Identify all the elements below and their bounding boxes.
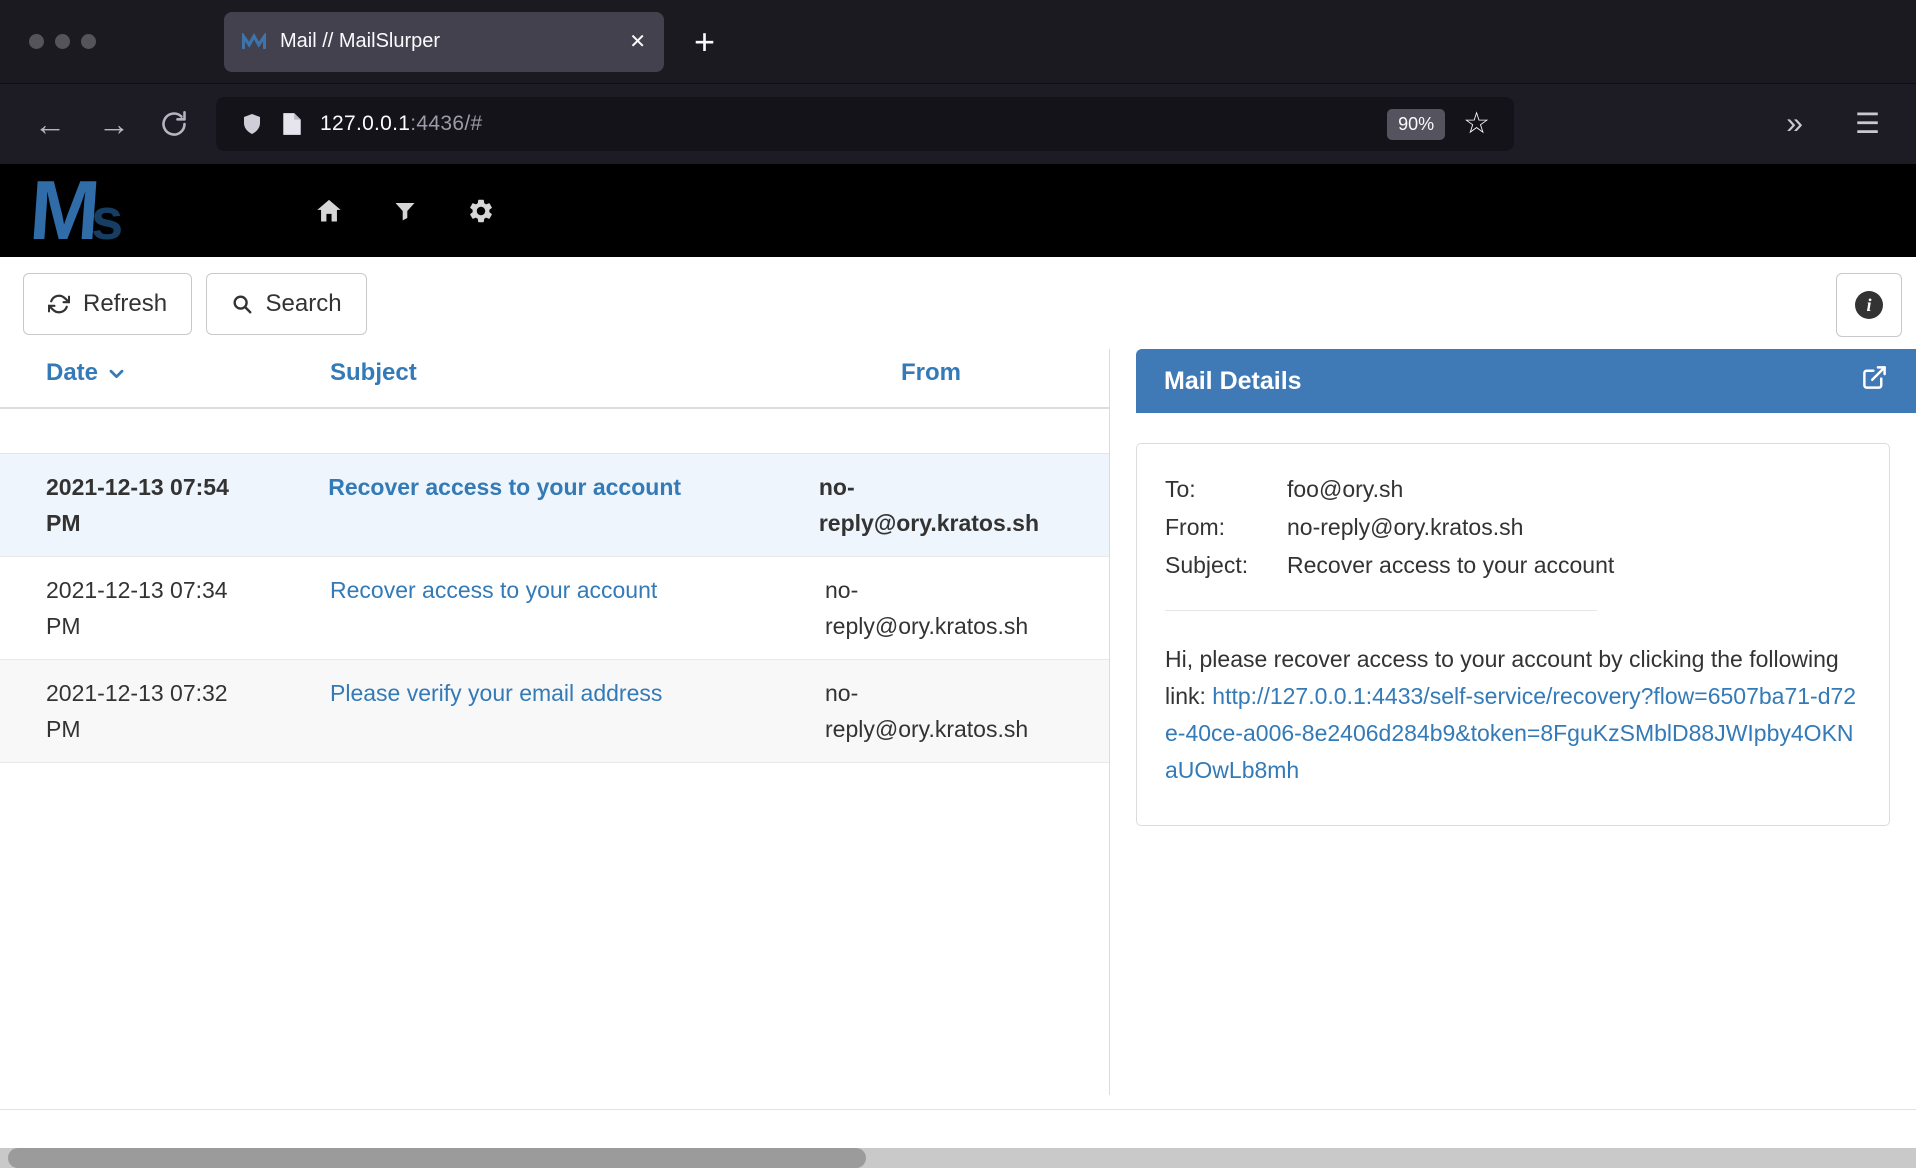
horizontal-scrollbar-thumb[interactable] bbox=[8, 1148, 866, 1168]
mail-details-title: Mail Details bbox=[1164, 367, 1302, 396]
info-icon: i bbox=[1855, 291, 1883, 319]
toolbar-overflow-icon[interactable]: » bbox=[1786, 109, 1803, 139]
date-header-label: Date bbox=[46, 359, 98, 387]
search-icon bbox=[231, 293, 253, 315]
mail-from: no-reply@ory.kratos.sh bbox=[815, 675, 1109, 747]
refresh-icon bbox=[48, 293, 70, 315]
browser-tab[interactable]: Mail // MailSlurper ✕ bbox=[224, 12, 664, 72]
to-value: foo@ory.sh bbox=[1287, 470, 1403, 508]
mail-date: 2021-12-13 07:32 PM bbox=[0, 675, 315, 747]
mail-body: Hi, please recover access to your accoun… bbox=[1165, 641, 1861, 789]
mail-date: 2021-12-13 07:54 PM bbox=[0, 469, 313, 541]
column-header-date[interactable]: Date bbox=[0, 359, 315, 387]
main-area: Date Subject From 2021-12-13 07:54 PM R bbox=[0, 349, 1916, 1095]
url-path: :4436/# bbox=[410, 112, 482, 135]
mail-details-panel: Mail Details To: foo@ory.sh From: no-re bbox=[1136, 349, 1916, 1095]
mail-subject-link[interactable]: Recover access to your account bbox=[328, 474, 681, 500]
filter-icon[interactable] bbox=[393, 198, 417, 224]
window-control-dot[interactable] bbox=[55, 34, 70, 49]
action-toolbar: Refresh Search i bbox=[0, 273, 1916, 337]
table-row[interactable]: 2021-12-13 07:34 PM Recover access to yo… bbox=[0, 557, 1109, 660]
horizontal-scrollbar[interactable] bbox=[0, 1148, 1916, 1168]
column-header-subject[interactable]: Subject bbox=[315, 359, 815, 387]
url-host: 127.0.0.1 bbox=[320, 112, 410, 135]
hamburger-menu-icon[interactable]: ☰ bbox=[1855, 110, 1880, 138]
subject-label: Subject: bbox=[1165, 546, 1287, 584]
mail-rows: 2021-12-13 07:54 PM Recover access to yo… bbox=[0, 453, 1109, 763]
subject-value: Recover access to your account bbox=[1287, 546, 1614, 584]
table-row[interactable]: 2021-12-13 07:54 PM Recover access to yo… bbox=[0, 453, 1109, 557]
from-value: no-reply@ory.kratos.sh bbox=[1287, 508, 1523, 546]
page-info-icon[interactable] bbox=[282, 112, 302, 136]
subject-header-label: Subject bbox=[330, 359, 417, 386]
forward-icon[interactable]: → bbox=[98, 108, 130, 140]
detail-subject-line: Subject: Recover access to your account bbox=[1165, 546, 1861, 584]
mail-details-header: Mail Details bbox=[1136, 349, 1916, 413]
card-divider bbox=[1165, 610, 1597, 611]
recovery-link[interactable]: http://127.0.0.1:4433/self-service/recov… bbox=[1165, 683, 1856, 783]
gear-icon[interactable] bbox=[467, 197, 495, 225]
browser-nav-bar: ← → 127.0.0.1:4436/# 90% ☆ » ☰ bbox=[0, 83, 1916, 164]
shield-icon[interactable] bbox=[240, 111, 264, 137]
window-control-dot[interactable] bbox=[81, 34, 96, 49]
home-icon[interactable] bbox=[315, 197, 343, 225]
app-nav bbox=[315, 197, 495, 225]
open-external-icon[interactable] bbox=[1861, 364, 1888, 398]
mailslurper-favicon bbox=[242, 33, 266, 50]
app-header: M s bbox=[0, 164, 1916, 257]
search-button[interactable]: Search bbox=[206, 273, 367, 335]
mail-subject-link[interactable]: Please verify your email address bbox=[330, 680, 662, 706]
from-header-label: From bbox=[901, 359, 961, 386]
tab-close-icon[interactable]: ✕ bbox=[629, 29, 646, 54]
address-bar[interactable]: 127.0.0.1:4436/# 90% ☆ bbox=[216, 97, 1514, 151]
mail-date: 2021-12-13 07:34 PM bbox=[0, 572, 315, 644]
to-label: To: bbox=[1165, 470, 1287, 508]
from-label: From: bbox=[1165, 508, 1287, 546]
mail-from: no-reply@ory.kratos.sh bbox=[809, 469, 1109, 541]
sort-desc-icon bbox=[107, 364, 126, 383]
detail-from-line: From: no-reply@ory.kratos.sh bbox=[1165, 508, 1861, 546]
mail-list-header: Date Subject From bbox=[0, 349, 1109, 409]
detail-to-line: To: foo@ory.sh bbox=[1165, 470, 1861, 508]
window-controls[interactable] bbox=[29, 34, 96, 49]
page-content: Refresh Search i Date bbox=[0, 273, 1916, 1168]
logo-letter-m: M bbox=[27, 173, 97, 249]
browser-tab-strip: Mail // MailSlurper ✕ + bbox=[0, 0, 1916, 83]
content-bottom-divider bbox=[0, 1109, 1916, 1110]
window-control-dot[interactable] bbox=[29, 34, 44, 49]
reload-icon[interactable] bbox=[160, 110, 188, 138]
mail-details-card: To: foo@ory.sh From: no-reply@ory.kratos… bbox=[1136, 443, 1890, 826]
mail-from: no-reply@ory.kratos.sh bbox=[815, 572, 1109, 644]
new-tab-button[interactable]: + bbox=[694, 24, 715, 60]
logo-letter-s: s bbox=[91, 191, 123, 249]
column-header-from[interactable]: From bbox=[815, 359, 1109, 387]
back-icon[interactable]: ← bbox=[34, 108, 66, 140]
search-button-label: Search bbox=[266, 290, 342, 318]
mailslurper-logo: M s bbox=[30, 173, 225, 249]
mail-list: Date Subject From 2021-12-13 07:54 PM R bbox=[0, 349, 1110, 1095]
bookmark-star-icon[interactable]: ☆ bbox=[1463, 109, 1490, 139]
refresh-button-label: Refresh bbox=[83, 290, 167, 318]
url-text[interactable]: 127.0.0.1:4436/# bbox=[320, 112, 482, 136]
table-row[interactable]: 2021-12-13 07:32 PM Please verify your e… bbox=[0, 660, 1109, 763]
mail-subject-link[interactable]: Recover access to your account bbox=[330, 577, 657, 603]
info-button[interactable]: i bbox=[1836, 273, 1902, 337]
zoom-level-badge[interactable]: 90% bbox=[1387, 109, 1445, 140]
refresh-button[interactable]: Refresh bbox=[23, 273, 192, 335]
tab-title: Mail // MailSlurper bbox=[280, 30, 615, 53]
